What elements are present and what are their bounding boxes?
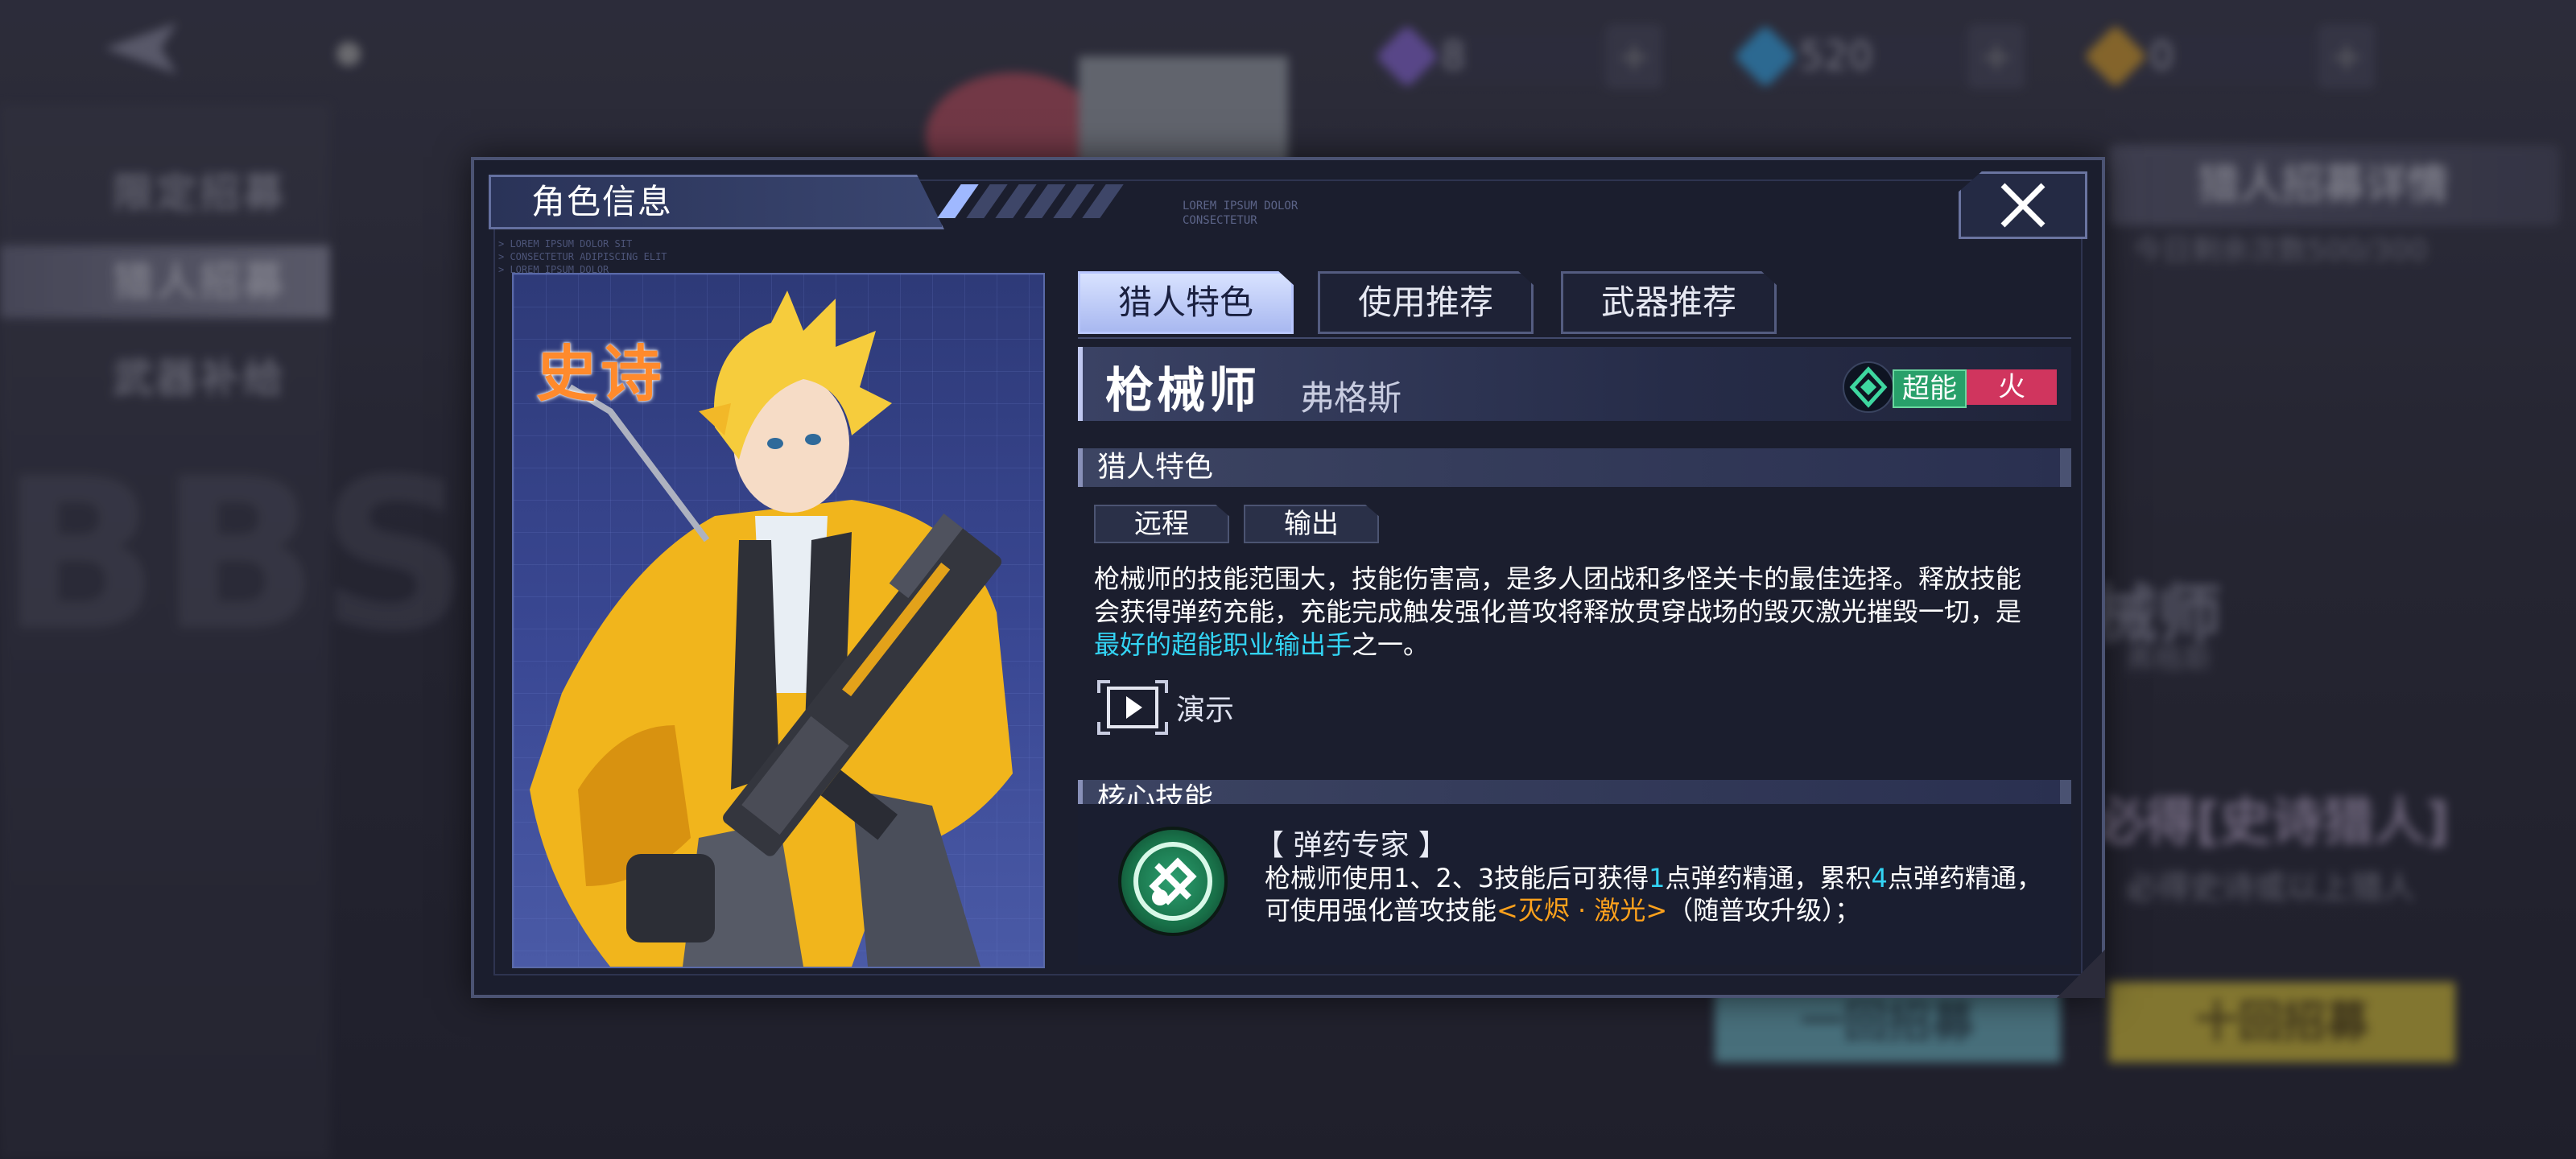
tab-weapon-recommend[interactable]: 武器推荐 xyxy=(1561,271,1777,334)
class-emblem-icon xyxy=(1843,361,1894,413)
play-video-icon xyxy=(1096,678,1170,736)
character-info-dialog: 角色信息 LOREM IPSUM DOLOR CONSECTETUR > LOR… xyxy=(471,157,2105,998)
demo-button[interactable]: 演示 xyxy=(1096,675,1234,740)
ammo-expert-skill-icon[interactable] xyxy=(1118,827,1228,936)
features-heading: 猎人特色 xyxy=(1097,451,1214,484)
character-name: 枪械师 xyxy=(1105,363,1260,419)
character-portrait: 史诗 xyxy=(512,273,1045,968)
features-section-header: 猎人特色 xyxy=(1078,448,2071,487)
deco-text-top: LOREM IPSUM DOLOR CONSECTETUR xyxy=(1183,200,1298,227)
rarity-label: 史诗 xyxy=(536,338,665,410)
demo-label: 演示 xyxy=(1176,694,1235,727)
character-codename: 弗格斯 xyxy=(1300,378,1402,418)
close-icon xyxy=(2000,183,2046,228)
character-name-row: 枪械师 弗格斯 超能 火 xyxy=(1078,347,2071,421)
title-stripes-decor xyxy=(937,184,1158,218)
tab-usage-recommend[interactable]: 使用推荐 xyxy=(1318,271,1534,334)
features-description: 枪械师的技能范围大，技能伤害高，是多人团战和多怪关卡的最佳选择。释放技能会获得弹… xyxy=(1094,563,2022,660)
tag-damage: 输出 xyxy=(1244,505,1379,543)
tag-ranged: 远程 xyxy=(1094,505,1229,543)
skill-description: 枪械师使用1、2、3技能后可获得1点弹药精通，累积4点弹药精通，可使用强化普攻技… xyxy=(1265,863,2042,926)
skill-reference: <灭烬 · 激光> xyxy=(1496,895,1668,926)
type-badge: 超能 xyxy=(1893,369,1967,408)
highlight-text: 最好的超能职业输出手 xyxy=(1094,629,1352,660)
deco-text-left: > LOREM IPSUM DOLOR SIT > CONSECTETUR AD… xyxy=(498,238,667,275)
element-badge: 火 xyxy=(1967,369,2057,405)
close-button[interactable] xyxy=(1959,171,2087,239)
dialog-title-bar: 角色信息 xyxy=(489,175,944,229)
tab-divider xyxy=(1078,337,2071,339)
tab-hunter-features[interactable]: 猎人特色 xyxy=(1078,271,1294,334)
dialog-title: 角色信息 xyxy=(531,182,674,221)
skill-name: 【 弹药专家 】 xyxy=(1255,829,1447,862)
